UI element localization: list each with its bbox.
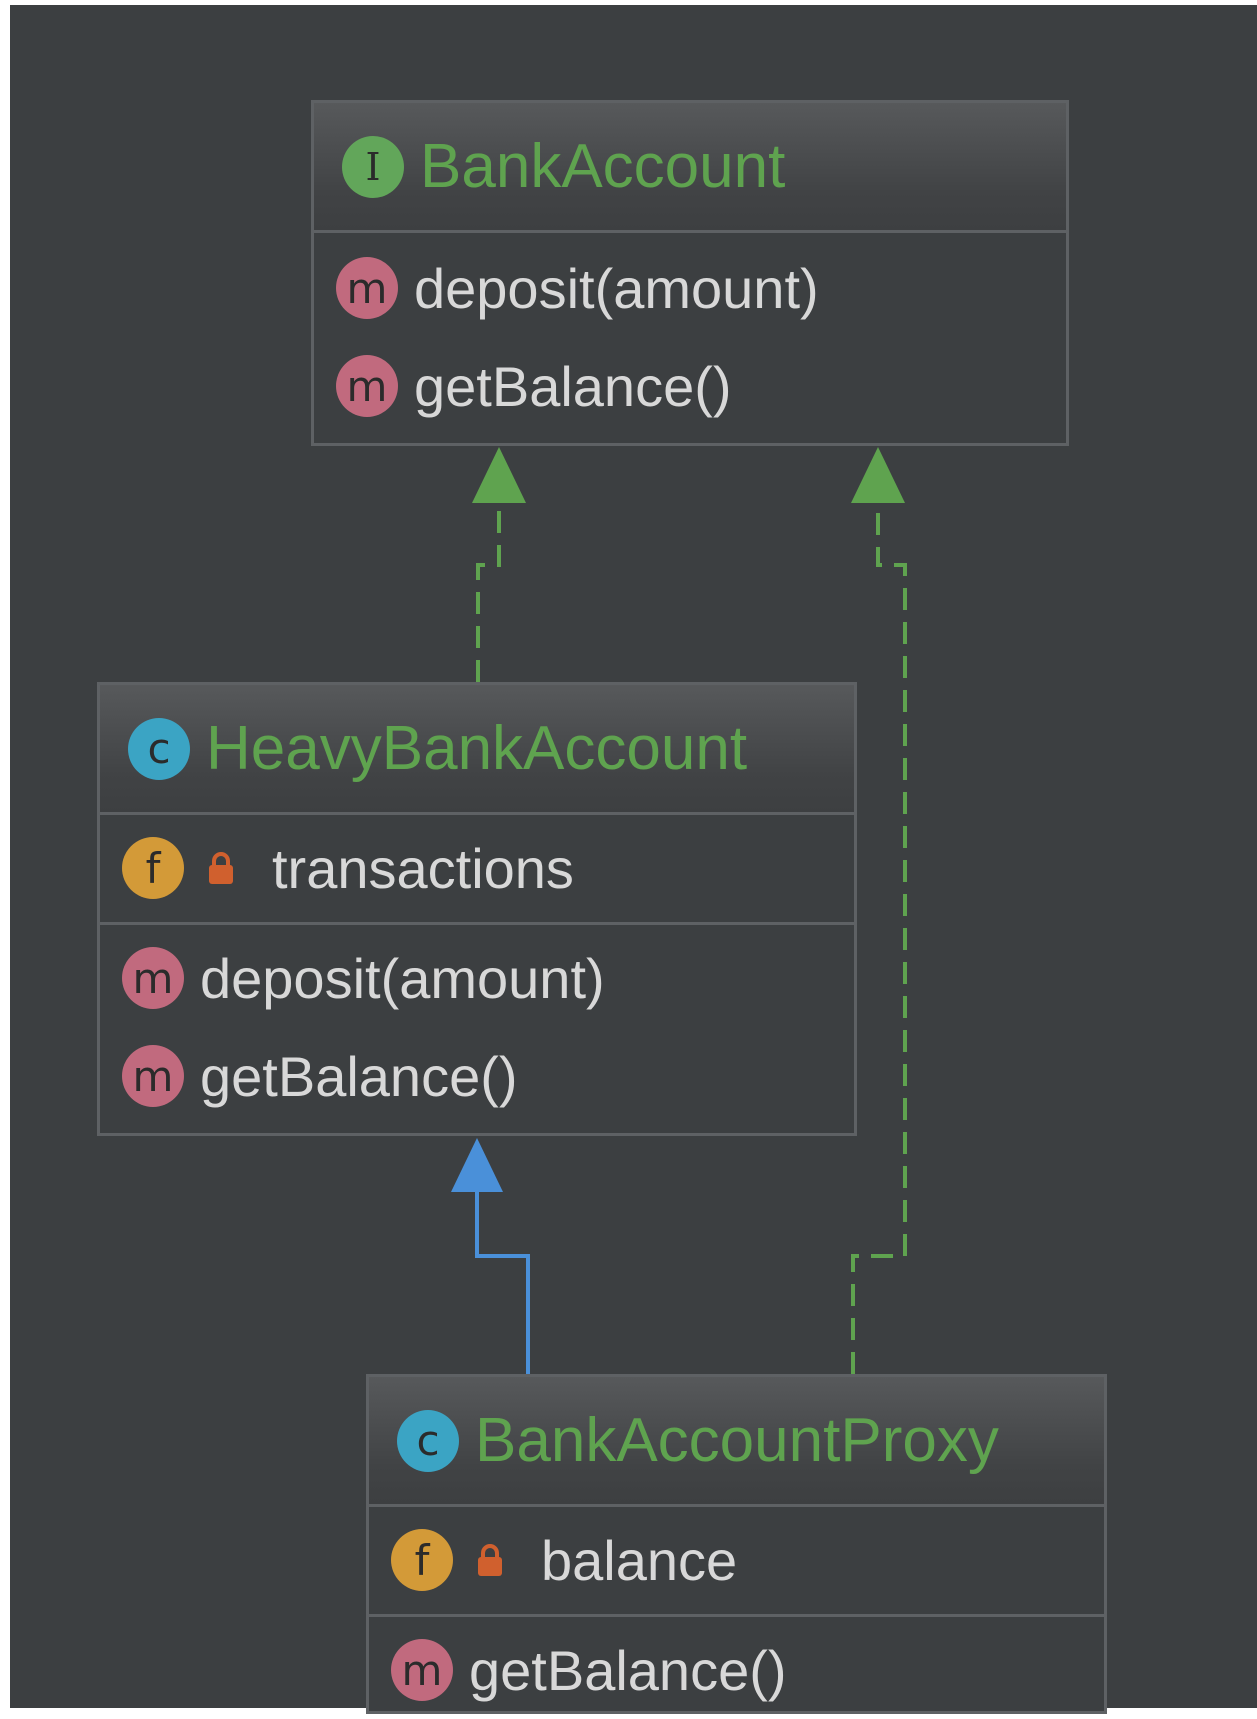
methods-section: m getBalance() — [369, 1617, 1104, 1719]
field-label: transactions — [272, 836, 574, 900]
method-row[interactable]: m getBalance() — [100, 1027, 854, 1125]
class-box-bank-account[interactable]: I BankAccount m deposit(amount) m getBal… — [311, 100, 1069, 446]
class-name: BankAccountProxy — [475, 1406, 999, 1475]
method-row[interactable]: m deposit(amount) — [314, 239, 1066, 337]
edge-proxy-to-heavy — [475, 1192, 530, 1374]
field-row[interactable]: f transactions — [100, 819, 854, 917]
method-icon: m — [122, 947, 184, 1009]
method-icon: m — [122, 1045, 184, 1107]
method-icon: m — [336, 257, 398, 319]
class-icon: c — [397, 1409, 459, 1472]
method-label: getBalance() — [200, 1044, 518, 1108]
class-name: BankAccount — [420, 132, 786, 201]
generalization-arrowhead — [451, 1138, 503, 1192]
method-label: getBalance() — [469, 1638, 787, 1702]
class-header: c BankAccountProxy — [369, 1377, 1104, 1507]
class-header: c HeavyBankAccount — [100, 685, 854, 815]
class-box-bank-account-proxy[interactable]: c BankAccountProxy f balance m getBalanc… — [366, 1374, 1107, 1714]
edge-proxy-to-bankaccount — [851, 503, 907, 1374]
class-name: HeavyBankAccount — [206, 714, 748, 783]
method-icon: m — [336, 355, 398, 417]
field-row[interactable]: f balance — [369, 1511, 1104, 1609]
edge-heavy-to-bankaccount — [476, 503, 501, 682]
class-icon: c — [128, 717, 190, 780]
class-box-heavy-bank-account[interactable]: c HeavyBankAccount f transactions m depo… — [97, 682, 857, 1136]
fields-section: f balance — [369, 1507, 1104, 1617]
methods-section: m deposit(amount) m getBalance() — [100, 925, 854, 1125]
lock-icon — [478, 1544, 502, 1576]
interface-icon: I — [342, 135, 404, 198]
field-icon: f — [391, 1529, 453, 1591]
method-label: deposit(amount) — [200, 946, 605, 1010]
method-label: deposit(amount) — [414, 256, 819, 320]
fields-section: f transactions — [100, 815, 854, 925]
class-header: I BankAccount — [314, 103, 1066, 233]
field-icon: f — [122, 837, 184, 899]
field-label: balance — [541, 1528, 738, 1592]
method-row[interactable]: m deposit(amount) — [100, 929, 854, 1027]
lock-icon — [209, 852, 233, 884]
method-row[interactable]: m getBalance() — [369, 1621, 1104, 1719]
method-label: getBalance() — [414, 354, 732, 418]
realization-arrowhead-left — [472, 447, 526, 503]
methods-section: m deposit(amount) m getBalance() — [314, 233, 1066, 435]
method-icon: m — [391, 1639, 453, 1701]
method-row[interactable]: m getBalance() — [314, 337, 1066, 435]
realization-arrowhead-right — [851, 447, 905, 503]
